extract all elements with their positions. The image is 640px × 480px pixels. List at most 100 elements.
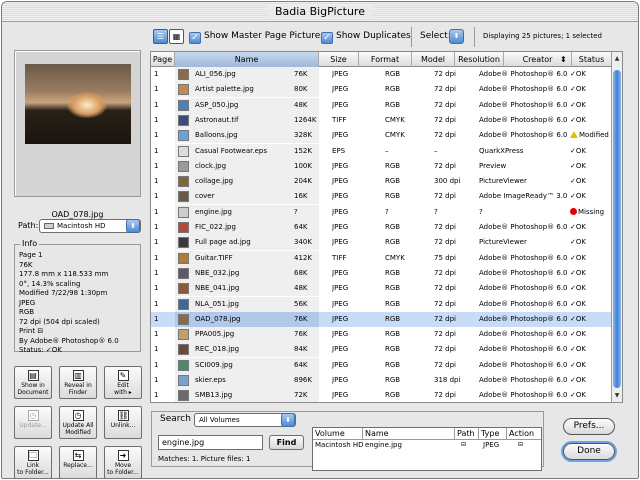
result-action-popup-icon[interactable]: ⊟ xyxy=(518,440,523,450)
status-text: ✓OK xyxy=(570,146,586,155)
table-row[interactable]: 1 SMB13.jpg 72K JPEG RGB 72 dpi Adobe® Photosh… xyxy=(151,388,622,402)
table-row[interactable]: 1 ALI_056.jpg 76K JPEG RGB 72 dpi Adobe® Photo… xyxy=(151,67,622,82)
grid-view-icon: ▦ xyxy=(172,32,181,41)
page-cell: 1 xyxy=(154,115,159,124)
size-cell: 412K xyxy=(294,253,312,262)
show-in-document-button[interactable]: ▤ Show in Document xyxy=(14,366,52,399)
update-all-modified-button[interactable]: ◷ Update All Modified xyxy=(59,406,97,439)
table-row[interactable]: 1 Astronaut.tif 1264K TIFF CMYK 72 dpi Adobe® … xyxy=(151,112,622,128)
unlink-button[interactable]: ⛓ Unlink... xyxy=(104,406,142,439)
result-type: JPEG xyxy=(483,441,500,449)
column-header-model[interactable]: Model xyxy=(412,52,455,67)
preview-image xyxy=(25,64,131,144)
info-title: Info xyxy=(20,239,40,248)
creator-cell: QuarkXPress xyxy=(479,146,524,155)
move-to-folder-button[interactable]: ➜ Move to Folder... xyxy=(104,446,142,478)
model-cell: RGB xyxy=(385,330,401,339)
title-bar[interactable]: Badia BigPicture xyxy=(2,2,638,22)
status-text: ✓OK xyxy=(570,85,586,94)
column-header-page[interactable]: Page xyxy=(151,52,175,67)
list-view-button[interactable]: ☰ xyxy=(153,29,168,44)
status-cell: ✓OK xyxy=(570,373,616,388)
resolution-cell: 72 dpi xyxy=(434,100,456,109)
action-label: to Folder... xyxy=(107,468,139,476)
info-line[interactable]: Print ⊟ xyxy=(19,327,119,337)
table-row[interactable]: 1 NBE_032.jpg 68K JPEG RGB 72 dpi Adobe® Photo… xyxy=(151,265,622,281)
grid-view-button[interactable]: ▦ xyxy=(169,29,184,44)
thumbnail-icon xyxy=(178,359,189,371)
table-row[interactable]: 1 cover 16K JPEG RGB 72 dpi Adobe ImageReady™ … xyxy=(151,189,622,205)
prefs-button[interactable]: Prefs... xyxy=(563,418,615,435)
results-header-type: Type xyxy=(479,428,507,439)
creator-cell: ? xyxy=(479,207,483,216)
column-header-name[interactable]: Name xyxy=(175,52,319,67)
table-row[interactable]: 1 PPA005.jpg 76K JPEG RGB 72 dpi Adobe® Photos… xyxy=(151,327,622,343)
table-row[interactable]: 1 FIC_022.jpg 64K JPEG RGB 72 dpi Adobe® Photo… xyxy=(151,220,622,235)
column-header-status[interactable]: Status xyxy=(572,52,612,67)
scroll-down-icon[interactable]: ▼ xyxy=(612,391,622,401)
format-cell: JPEG xyxy=(332,85,349,94)
table-row[interactable]: 1 Full page ad.jpg 340K JPEG RGB 72 dpi Pictur… xyxy=(151,235,622,251)
show-master-pages-checkbox[interactable]: ✓ Show Master Page Pictures xyxy=(189,29,326,44)
creator-cell: Adobe® Photoshop® 6.0 xyxy=(479,253,568,262)
path-popup[interactable]: Macintosh HD ⬍ xyxy=(39,219,141,233)
table-row[interactable]: 1 collage.jpg 204K JPEG RGB 300 dpi PictureVie… xyxy=(151,174,622,190)
column-header-format[interactable]: Format xyxy=(359,52,412,67)
pictures-table[interactable]: Page Name Size Format Model Resolution Creator… xyxy=(150,51,623,403)
table-row[interactable]: 1 Balloons.jpg 328K JPEG CMYK 72 dpi Adobe® Ph… xyxy=(151,128,622,144)
vertical-scrollbar[interactable]: ▲ ▼ xyxy=(611,52,622,402)
search-scope-popup[interactable]: All Volumes ⬍ xyxy=(194,413,296,427)
clock-icon: ◷ xyxy=(27,410,39,421)
scrollbar-thumb[interactable] xyxy=(613,70,621,388)
table-row[interactable]: 1 NBE_041.jpg 48K JPEG RGB 72 dpi Adobe® Photo… xyxy=(151,281,622,297)
select-popup[interactable]: ⬍ xyxy=(449,29,464,44)
reveal-in-finder-button[interactable]: ▥ Reveal in Finder xyxy=(59,366,97,399)
show-duplicates-checkbox[interactable]: ✓ Show Duplicates xyxy=(321,29,411,44)
table-row[interactable]: 1 SCI009.jpg 64K JPEG RGB 72 dpi Adobe® Photos… xyxy=(151,357,622,373)
file-name: Artist palette.jpg xyxy=(195,85,254,94)
table-row[interactable]: 1 ASP_050.jpg 48K JPEG RGB 72 dpi Adobe® Photo… xyxy=(151,97,622,113)
thumbnail-icon xyxy=(178,114,189,126)
done-button[interactable]: Done xyxy=(563,443,615,460)
column-header-size[interactable]: Size xyxy=(319,52,359,67)
update-button[interactable]: ◷ Update... xyxy=(14,406,52,439)
model-cell: RGB xyxy=(385,284,401,293)
model-cell: – xyxy=(385,146,389,155)
page-cell: 1 xyxy=(154,376,159,384)
status-cell: Modified xyxy=(570,128,616,143)
table-row[interactable]: 1 NLA_051.jpg 56K JPEG RGB 72 dpi Adobe® Photo… xyxy=(151,296,622,312)
table-row[interactable]: 1 engine.jpg? JPEG??? Missing xyxy=(151,204,622,220)
link-to-folder-button[interactable]: 🗀 Link to Folder... xyxy=(14,446,52,478)
result-path-popup-icon[interactable]: ⊟ xyxy=(461,440,466,450)
search-input[interactable]: engine.jpg xyxy=(158,435,263,450)
missing-icon xyxy=(570,207,577,215)
table-row[interactable]: 1 Casual Footwear.eps 152K EPS – – QuarkXPress… xyxy=(151,143,622,159)
table-row[interactable]: 1 clock.jpg 100K JPEG RGB 72 dpi Preview ✓OK xyxy=(151,158,622,174)
file-name: FIC_022.jpg xyxy=(195,223,236,231)
table-row[interactable]: 1 REC_018.jpg 84K JPEG RGB 72 dpi Adobe® Photo… xyxy=(151,342,622,358)
sort-direction-icon[interactable]: ⬍ xyxy=(560,52,567,67)
info-line: 76K xyxy=(19,260,33,269)
table-row[interactable]: 1 Guitar.TIFF 412K TIFF CMYK 75 dpi Adobe® Pho… xyxy=(151,250,622,266)
edit-with-button[interactable]: ✎ Edit with ▸ xyxy=(104,366,142,399)
table-row[interactable]: 1 skier.eps 896K JPEG RGB 318 dpi Adobe® Photo… xyxy=(151,373,622,388)
table-row[interactable]: 1 Artist palette.jpg 80K JPEG RGB 72 dpi Adobe… xyxy=(151,82,622,98)
thumbnail-icon xyxy=(178,344,189,356)
status-text: ✓OK xyxy=(570,284,586,293)
show-master-pages-label: Show Master Page Pictures xyxy=(204,31,326,41)
column-header-resolution[interactable]: Resolution xyxy=(455,52,504,67)
format-cell: JPEG xyxy=(332,207,349,216)
toolbar-divider xyxy=(474,27,475,47)
creator-cell: Adobe® Photoshop® 6.0 xyxy=(479,131,568,140)
resolution-cell: 72 dpi xyxy=(434,268,456,277)
find-button[interactable]: Find xyxy=(269,435,304,450)
table-row[interactable]: 1 OAD_078.jpg 76K JPEG RGB 72 dpi Adobe® Photo… xyxy=(151,311,622,328)
scroll-up-icon[interactable]: ▲ xyxy=(612,54,622,64)
format-cell: JPEG xyxy=(332,177,349,186)
search-results-table[interactable]: Volume Name Path Type Action Macintosh H… xyxy=(312,427,542,471)
replace-button[interactable]: ⇆ Replace... xyxy=(59,446,97,478)
size-cell: 48K xyxy=(294,284,308,293)
print-popup-icon[interactable]: ⊟ xyxy=(35,327,43,335)
resolution-cell: – xyxy=(434,146,438,155)
status-text: ✓OK xyxy=(570,345,586,354)
